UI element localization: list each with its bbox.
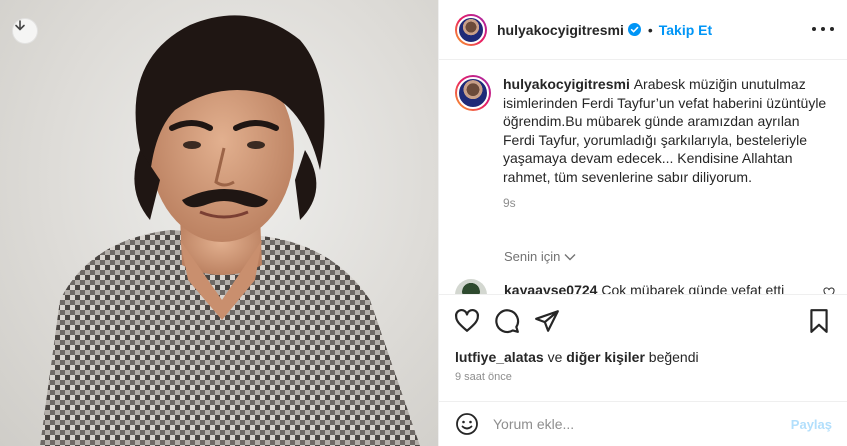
comments-section: hulyakocyigitresmi Arabesk müziğin unutu… (439, 61, 847, 294)
more-options-icon[interactable] (812, 22, 834, 36)
caption-body: Arabesk müziğin unutulmaz isimlerinden F… (503, 76, 827, 185)
chevron-down-icon (564, 253, 576, 260)
comment-username[interactable]: kayaayse0724 (504, 282, 597, 294)
caption-time: 9s (503, 196, 516, 210)
download-button[interactable] (12, 18, 38, 44)
likes-connector: ve (547, 349, 563, 365)
comment-sort-dropdown[interactable]: Senin için (504, 249, 576, 264)
verified-badge-icon (627, 23, 641, 36)
follow-button[interactable]: Takip Et (659, 22, 712, 38)
liked-by-others[interactable]: diğer kişiler (566, 349, 645, 365)
post-comment-button[interactable]: Paylaş (791, 417, 832, 432)
comment-input[interactable] (493, 416, 763, 432)
comment-body: Çok mübarek günde vefat etti (601, 282, 785, 294)
post-image (0, 0, 438, 446)
post-timestamp[interactable]: 9 saat önce (455, 371, 512, 383)
bookmark-icon[interactable] (806, 308, 832, 334)
post-caption: hulyakocyigitresmi Arabesk müziğin unutu… (455, 75, 835, 210)
username-link[interactable]: hulyakocyigitresmi (497, 22, 624, 38)
action-bar (439, 294, 847, 346)
portrait-photo (40, 15, 420, 446)
likes-suffix: beğendi (648, 349, 699, 365)
separator-dot: • (647, 21, 653, 38)
comment-icon[interactable] (494, 308, 520, 334)
caption-username[interactable]: hulyakocyigitresmi (503, 76, 630, 92)
share-icon[interactable] (534, 308, 560, 334)
post-panel: hulyakocyigitresmi • Takip Et hulyakocyi… (438, 0, 847, 446)
liked-by-user[interactable]: lutfiye_alatas (455, 349, 544, 365)
download-icon (15, 20, 25, 31)
comment-avatar[interactable] (455, 279, 487, 294)
avatar[interactable] (455, 13, 487, 46)
likes-summary: lutfiye_alatas ve diğer kişiler beğendi (455, 349, 699, 365)
comment-sort-label: Senin için (504, 249, 561, 264)
caption-text: hulyakocyigitresmi Arabesk müziğin unutu… (503, 75, 833, 186)
comment-item: kayaayse0724 Çok mübarek günde vefat ett… (455, 279, 835, 294)
heart-icon[interactable] (454, 308, 480, 334)
emoji-icon[interactable] (455, 412, 479, 436)
post-header: hulyakocyigitresmi • Takip Et (439, 0, 847, 60)
caption-avatar[interactable] (455, 75, 491, 111)
add-comment-bar: Paylaş (439, 401, 847, 446)
comment-text: kayaayse0724 Çok mübarek günde vefat ett… (504, 282, 784, 294)
comment-like-icon[interactable] (823, 287, 835, 294)
